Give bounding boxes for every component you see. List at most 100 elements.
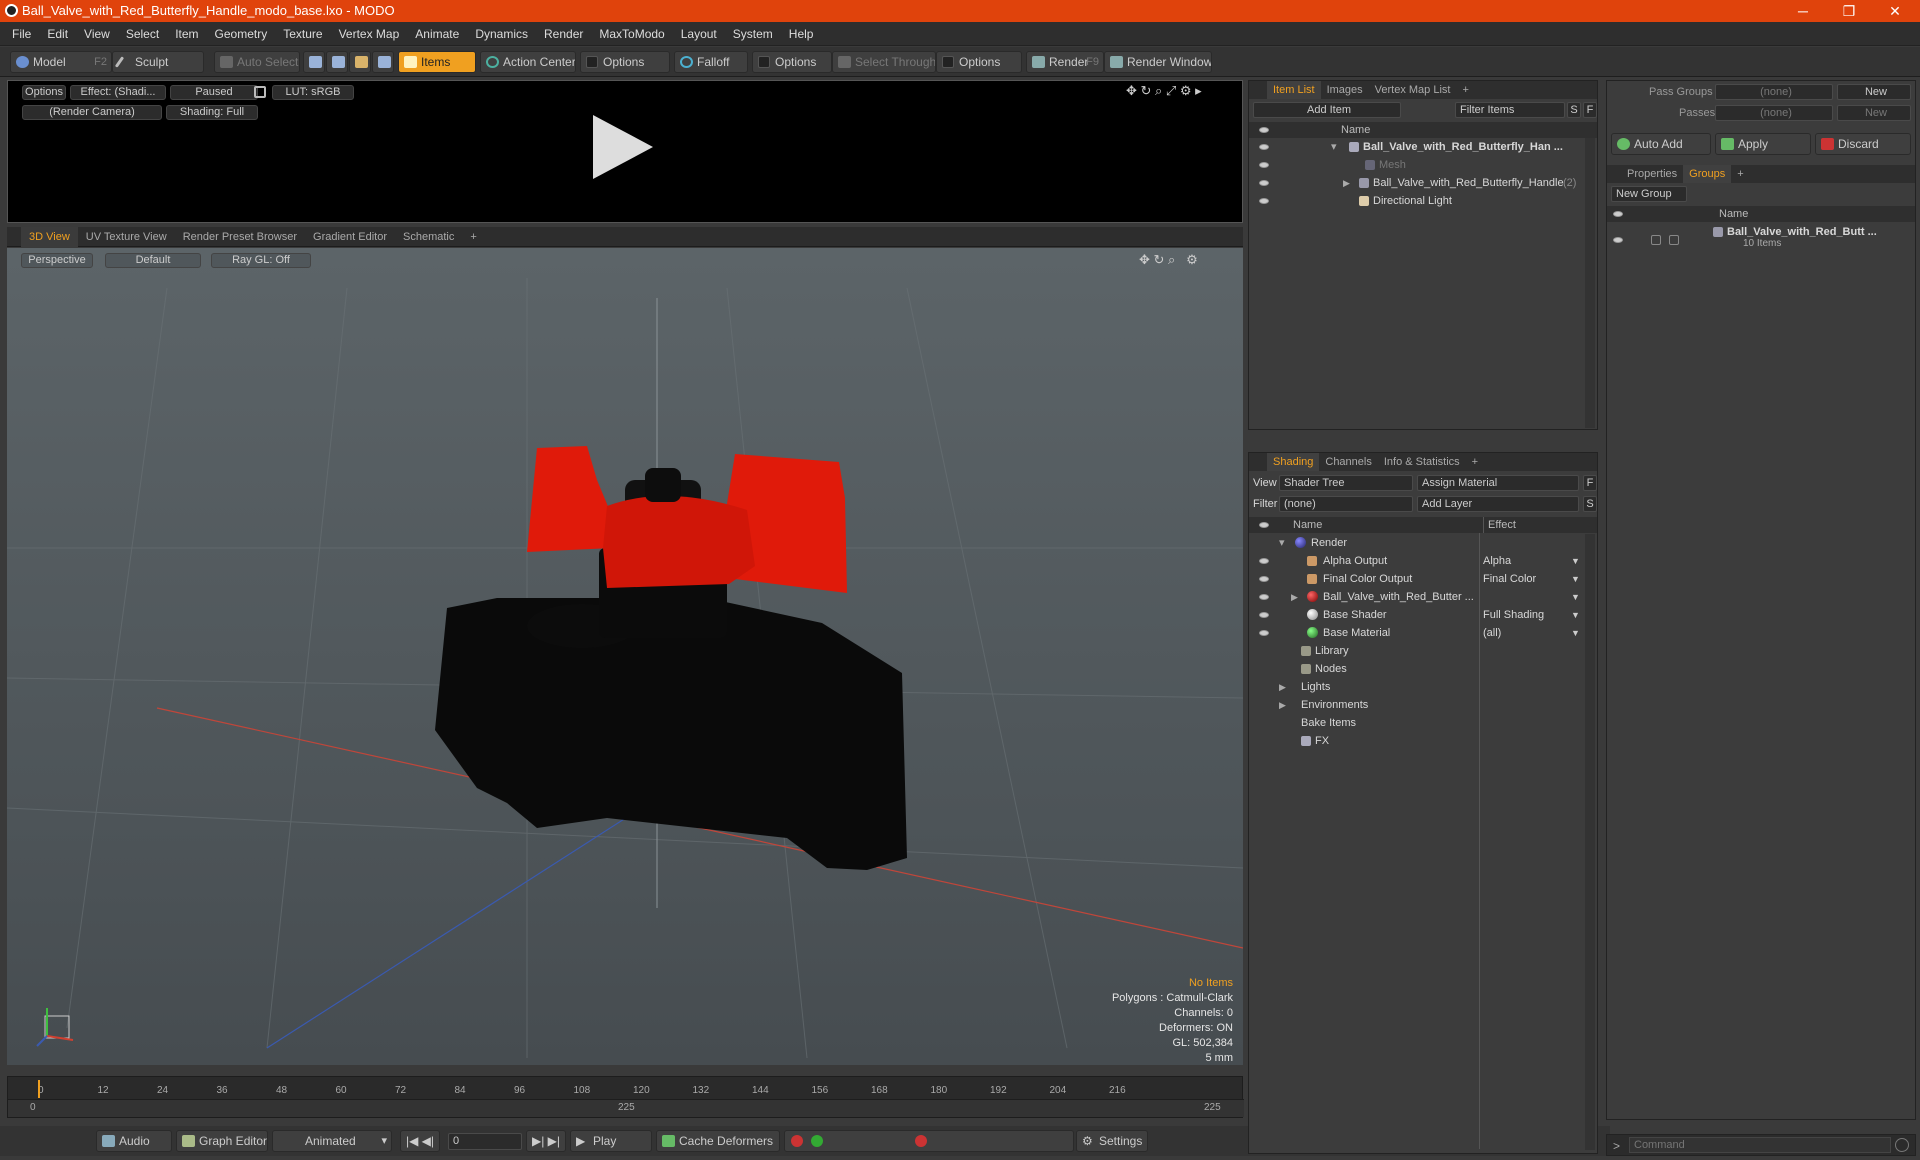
materials-mode-button[interactable] — [372, 51, 394, 73]
action-center-options-button[interactable]: Options — [580, 51, 670, 73]
graph-editor-button[interactable]: Graph Editor — [176, 1130, 268, 1152]
chevron-down-icon[interactable]: ▼ — [1571, 624, 1580, 642]
tab-info-statistics[interactable]: Info & Statistics — [1378, 453, 1466, 471]
shader-tree-scrollbar[interactable] — [1585, 534, 1595, 1150]
shader-row-nodes[interactable]: Nodes — [1249, 660, 1585, 678]
select-checkbox[interactable] — [1669, 235, 1679, 245]
vertices-mode-button[interactable] — [303, 51, 325, 73]
expand-arrow-icon[interactable]: ▾ — [1279, 534, 1285, 552]
menu-vertex-map[interactable]: Vertex Map — [331, 22, 408, 46]
shader-row-ball-valve-material[interactable]: ▶ Ball_Valve_with_Red_Butter ... ▼ — [1249, 588, 1585, 606]
lut-dropdown[interactable]: LUT: sRGB — [272, 85, 354, 100]
maximize-button[interactable]: ❐ — [1826, 0, 1872, 22]
menu-help[interactable]: Help — [781, 22, 822, 46]
visibility-eye-icon[interactable] — [1259, 162, 1269, 168]
sculpt-mode-button[interactable]: Sculpt — [112, 51, 204, 73]
chevron-down-icon[interactable]: ▼ — [1571, 552, 1580, 570]
visibility-eye-icon[interactable] — [1259, 630, 1269, 636]
tab-shading[interactable]: Shading — [1267, 453, 1320, 471]
shader-row-fx[interactable]: FX — [1249, 732, 1585, 750]
effect-dropdown[interactable]: Final Color — [1483, 570, 1536, 588]
shader-row-library[interactable]: Library — [1249, 642, 1585, 660]
effect-dropdown[interactable]: Effect: (Shadi... — [70, 85, 166, 100]
add-tab-button[interactable]: + — [1456, 81, 1474, 99]
settings-button[interactable]: ⚙ Settings — [1076, 1130, 1148, 1152]
animated-dropdown[interactable]: Animated ▾ — [272, 1130, 392, 1152]
visibility-eye-icon[interactable] — [1259, 594, 1269, 600]
chevron-down-icon[interactable]: ▼ — [1571, 606, 1580, 624]
raygl-dropdown[interactable]: Ray GL: Off — [211, 253, 311, 268]
falloff-button[interactable]: Falloff — [674, 51, 748, 73]
f-button[interactable]: F — [1583, 475, 1597, 491]
expand-arrow-icon[interactable]: ▶ — [1343, 174, 1350, 192]
new-pass-button[interactable]: New — [1837, 105, 1911, 121]
render-camera-dropdown[interactable]: (Render Camera) — [22, 105, 162, 120]
select-through-button[interactable]: Select Through — [832, 51, 936, 73]
visibility-eye-icon[interactable] — [1259, 198, 1269, 204]
filter-f-button[interactable]: F — [1583, 102, 1597, 118]
tab-vertex-map-list[interactable]: Vertex Map List — [1369, 81, 1457, 99]
tree-row-ball-valve[interactable]: ▶ Ball_Valve_with_Red_Butterfly_Handle (2) — [1249, 174, 1579, 192]
shader-row-alpha-output[interactable]: Alpha Output Alpha ▼ — [1249, 552, 1585, 570]
options-checkbox[interactable] — [758, 56, 770, 68]
assign-material-dropdown[interactable]: Assign Material — [1417, 475, 1579, 491]
menu-render[interactable]: Render — [536, 22, 591, 46]
shading-dropdown[interactable]: Shading: Full — [166, 105, 258, 120]
add-layer-dropdown[interactable]: Add Layer — [1417, 496, 1579, 512]
key-tools-strip[interactable] — [784, 1130, 1074, 1152]
add-tab-button[interactable]: + — [462, 227, 484, 247]
view-dropdown[interactable]: Shader Tree — [1279, 475, 1413, 491]
filter-s-button[interactable]: S — [1567, 102, 1581, 118]
visibility-eye-icon[interactable] — [1259, 144, 1269, 150]
tab-images[interactable]: Images — [1321, 81, 1369, 99]
expand-arrow-icon[interactable]: ▶ — [1291, 588, 1298, 606]
auto-select-button[interactable]: Auto Select — [214, 51, 300, 73]
action-center-button[interactable]: Action Center — [480, 51, 576, 73]
transport-next-buttons[interactable]: ▶| ▶| — [526, 1130, 566, 1152]
falloff-options-button[interactable]: Options — [752, 51, 832, 73]
visibility-eye-icon[interactable] — [1259, 612, 1269, 618]
lock-icon[interactable] — [254, 86, 266, 98]
frame-input[interactable]: 0 — [448, 1133, 522, 1150]
effect-dropdown[interactable]: Alpha — [1483, 552, 1511, 570]
close-button[interactable]: ✕ — [1872, 0, 1918, 22]
ball-valve-model[interactable] — [435, 446, 907, 870]
apply-button[interactable]: Apply — [1715, 133, 1811, 155]
preview-nav-icons[interactable]: ✥ ↻ ⌕ ⤢ ⚙ ▸ — [1126, 83, 1202, 99]
discard-button[interactable]: Discard — [1815, 133, 1911, 155]
effect-dropdown[interactable]: Full Shading — [1483, 606, 1544, 624]
tree-row-scene[interactable]: ▾ Ball_Valve_with_Red_Butterfly_Han ... — [1249, 138, 1579, 156]
menu-animate[interactable]: Animate — [407, 22, 467, 46]
timeline[interactable]: 0 12 24 36 48 60 72 84 96 108 120 132 144 156 168 180 19… — [7, 1076, 1244, 1118]
tree-row-directional-light[interactable]: Directional Light — [1249, 192, 1579, 210]
menu-layout[interactable]: Layout — [673, 22, 725, 46]
lock-checkbox[interactable] — [1651, 235, 1661, 245]
menu-maxtomodo[interactable]: MaxToModo — [591, 22, 672, 46]
expand-arrow-icon[interactable]: ▶ — [1279, 696, 1286, 714]
visibility-eye-icon[interactable] — [1613, 237, 1623, 243]
render-preview[interactable]: Options Effect: (Shadi... Paused LUT: sR… — [7, 80, 1243, 223]
polygons-mode-button[interactable] — [349, 51, 371, 73]
menu-view[interactable]: View — [76, 22, 118, 46]
menu-edit[interactable]: Edit — [39, 22, 76, 46]
tab-uv-texture-view[interactable]: UV Texture View — [78, 227, 175, 247]
item-list-scrollbar[interactable] — [1585, 138, 1595, 428]
options-checkbox[interactable] — [942, 56, 954, 68]
edges-mode-button[interactable] — [326, 51, 348, 73]
record-key-icon[interactable] — [791, 1135, 803, 1147]
play-icon[interactable] — [593, 115, 653, 179]
menu-geometry[interactable]: Geometry — [207, 22, 276, 46]
preview-options-button[interactable]: Options — [22, 85, 66, 100]
render-button[interactable]: Render F9 — [1026, 51, 1104, 73]
tab-item-list[interactable]: Item List — [1267, 81, 1321, 99]
effect-dropdown[interactable]: (all) — [1483, 624, 1501, 642]
shader-row-bake-items[interactable]: Bake Items — [1249, 714, 1585, 732]
visibility-eye-icon[interactable] — [1259, 180, 1269, 186]
tab-render-preset-browser[interactable]: Render Preset Browser — [175, 227, 305, 247]
select-through-options-button[interactable]: Options — [936, 51, 1022, 73]
tab-properties[interactable]: Properties — [1621, 165, 1683, 183]
pass-groups-dropdown[interactable]: (none) — [1715, 84, 1833, 100]
chevron-down-icon[interactable]: ▼ — [1571, 588, 1580, 606]
render-window-button[interactable]: Render Window — [1104, 51, 1212, 73]
options-checkbox[interactable] — [586, 56, 598, 68]
